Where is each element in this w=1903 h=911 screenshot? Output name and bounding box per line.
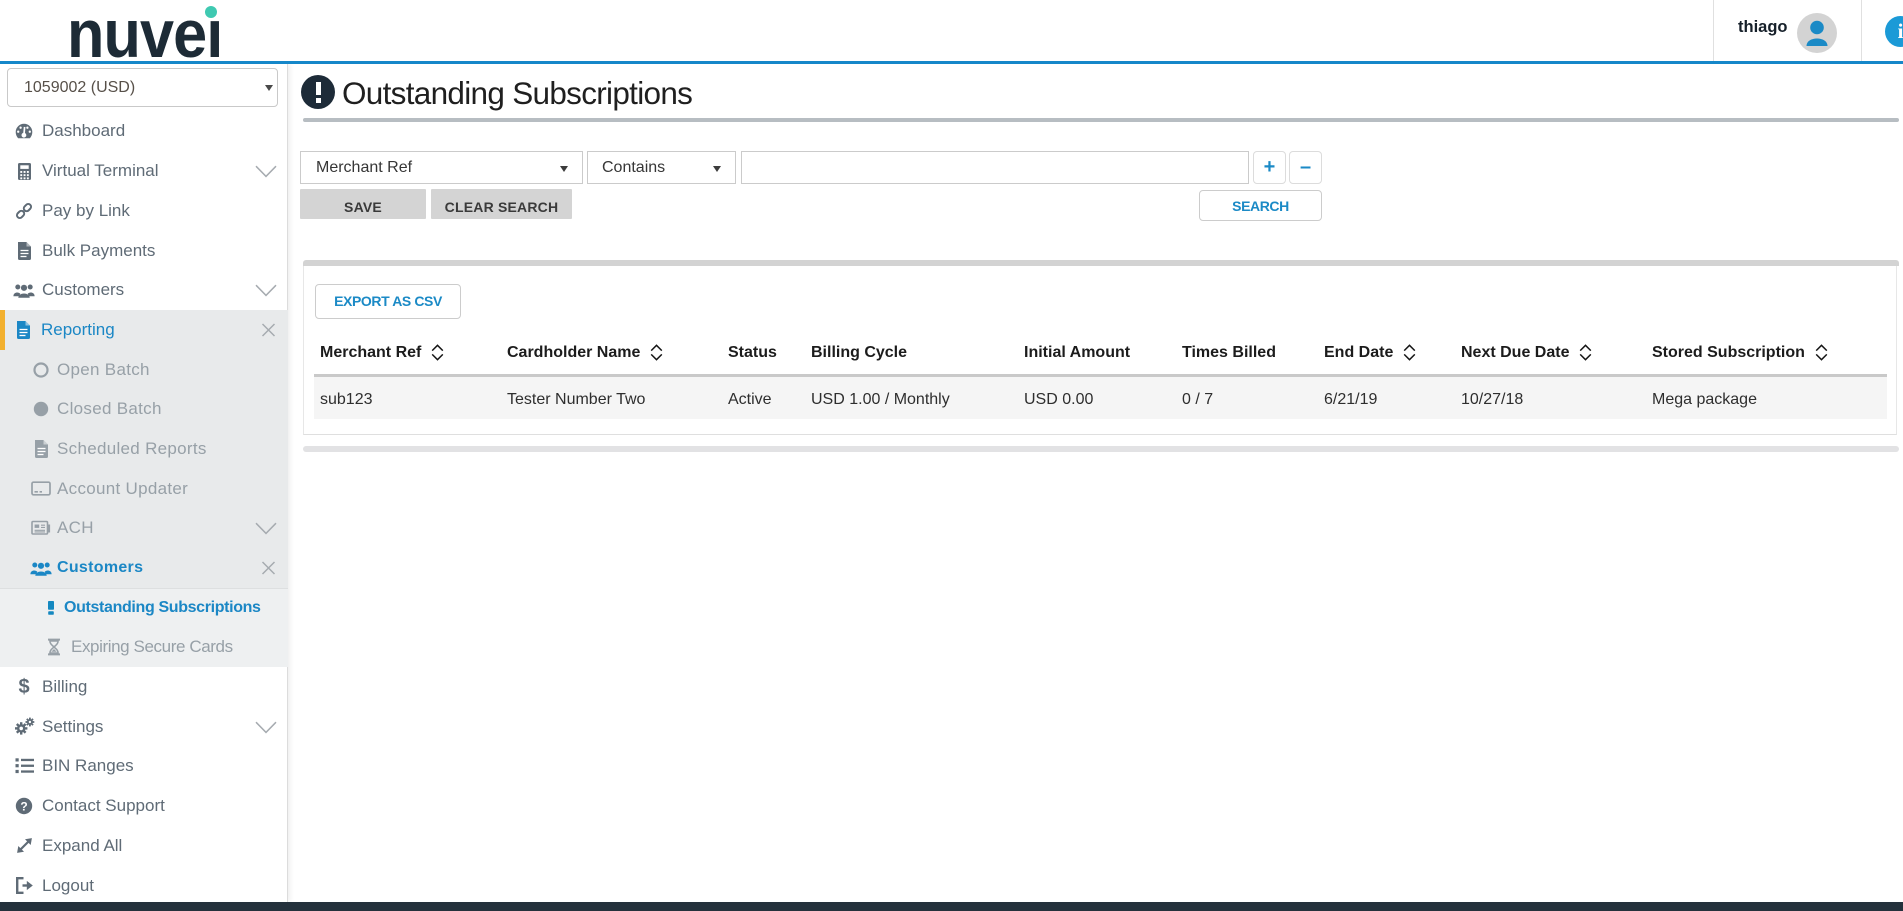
svg-text:?: ? xyxy=(20,800,27,814)
